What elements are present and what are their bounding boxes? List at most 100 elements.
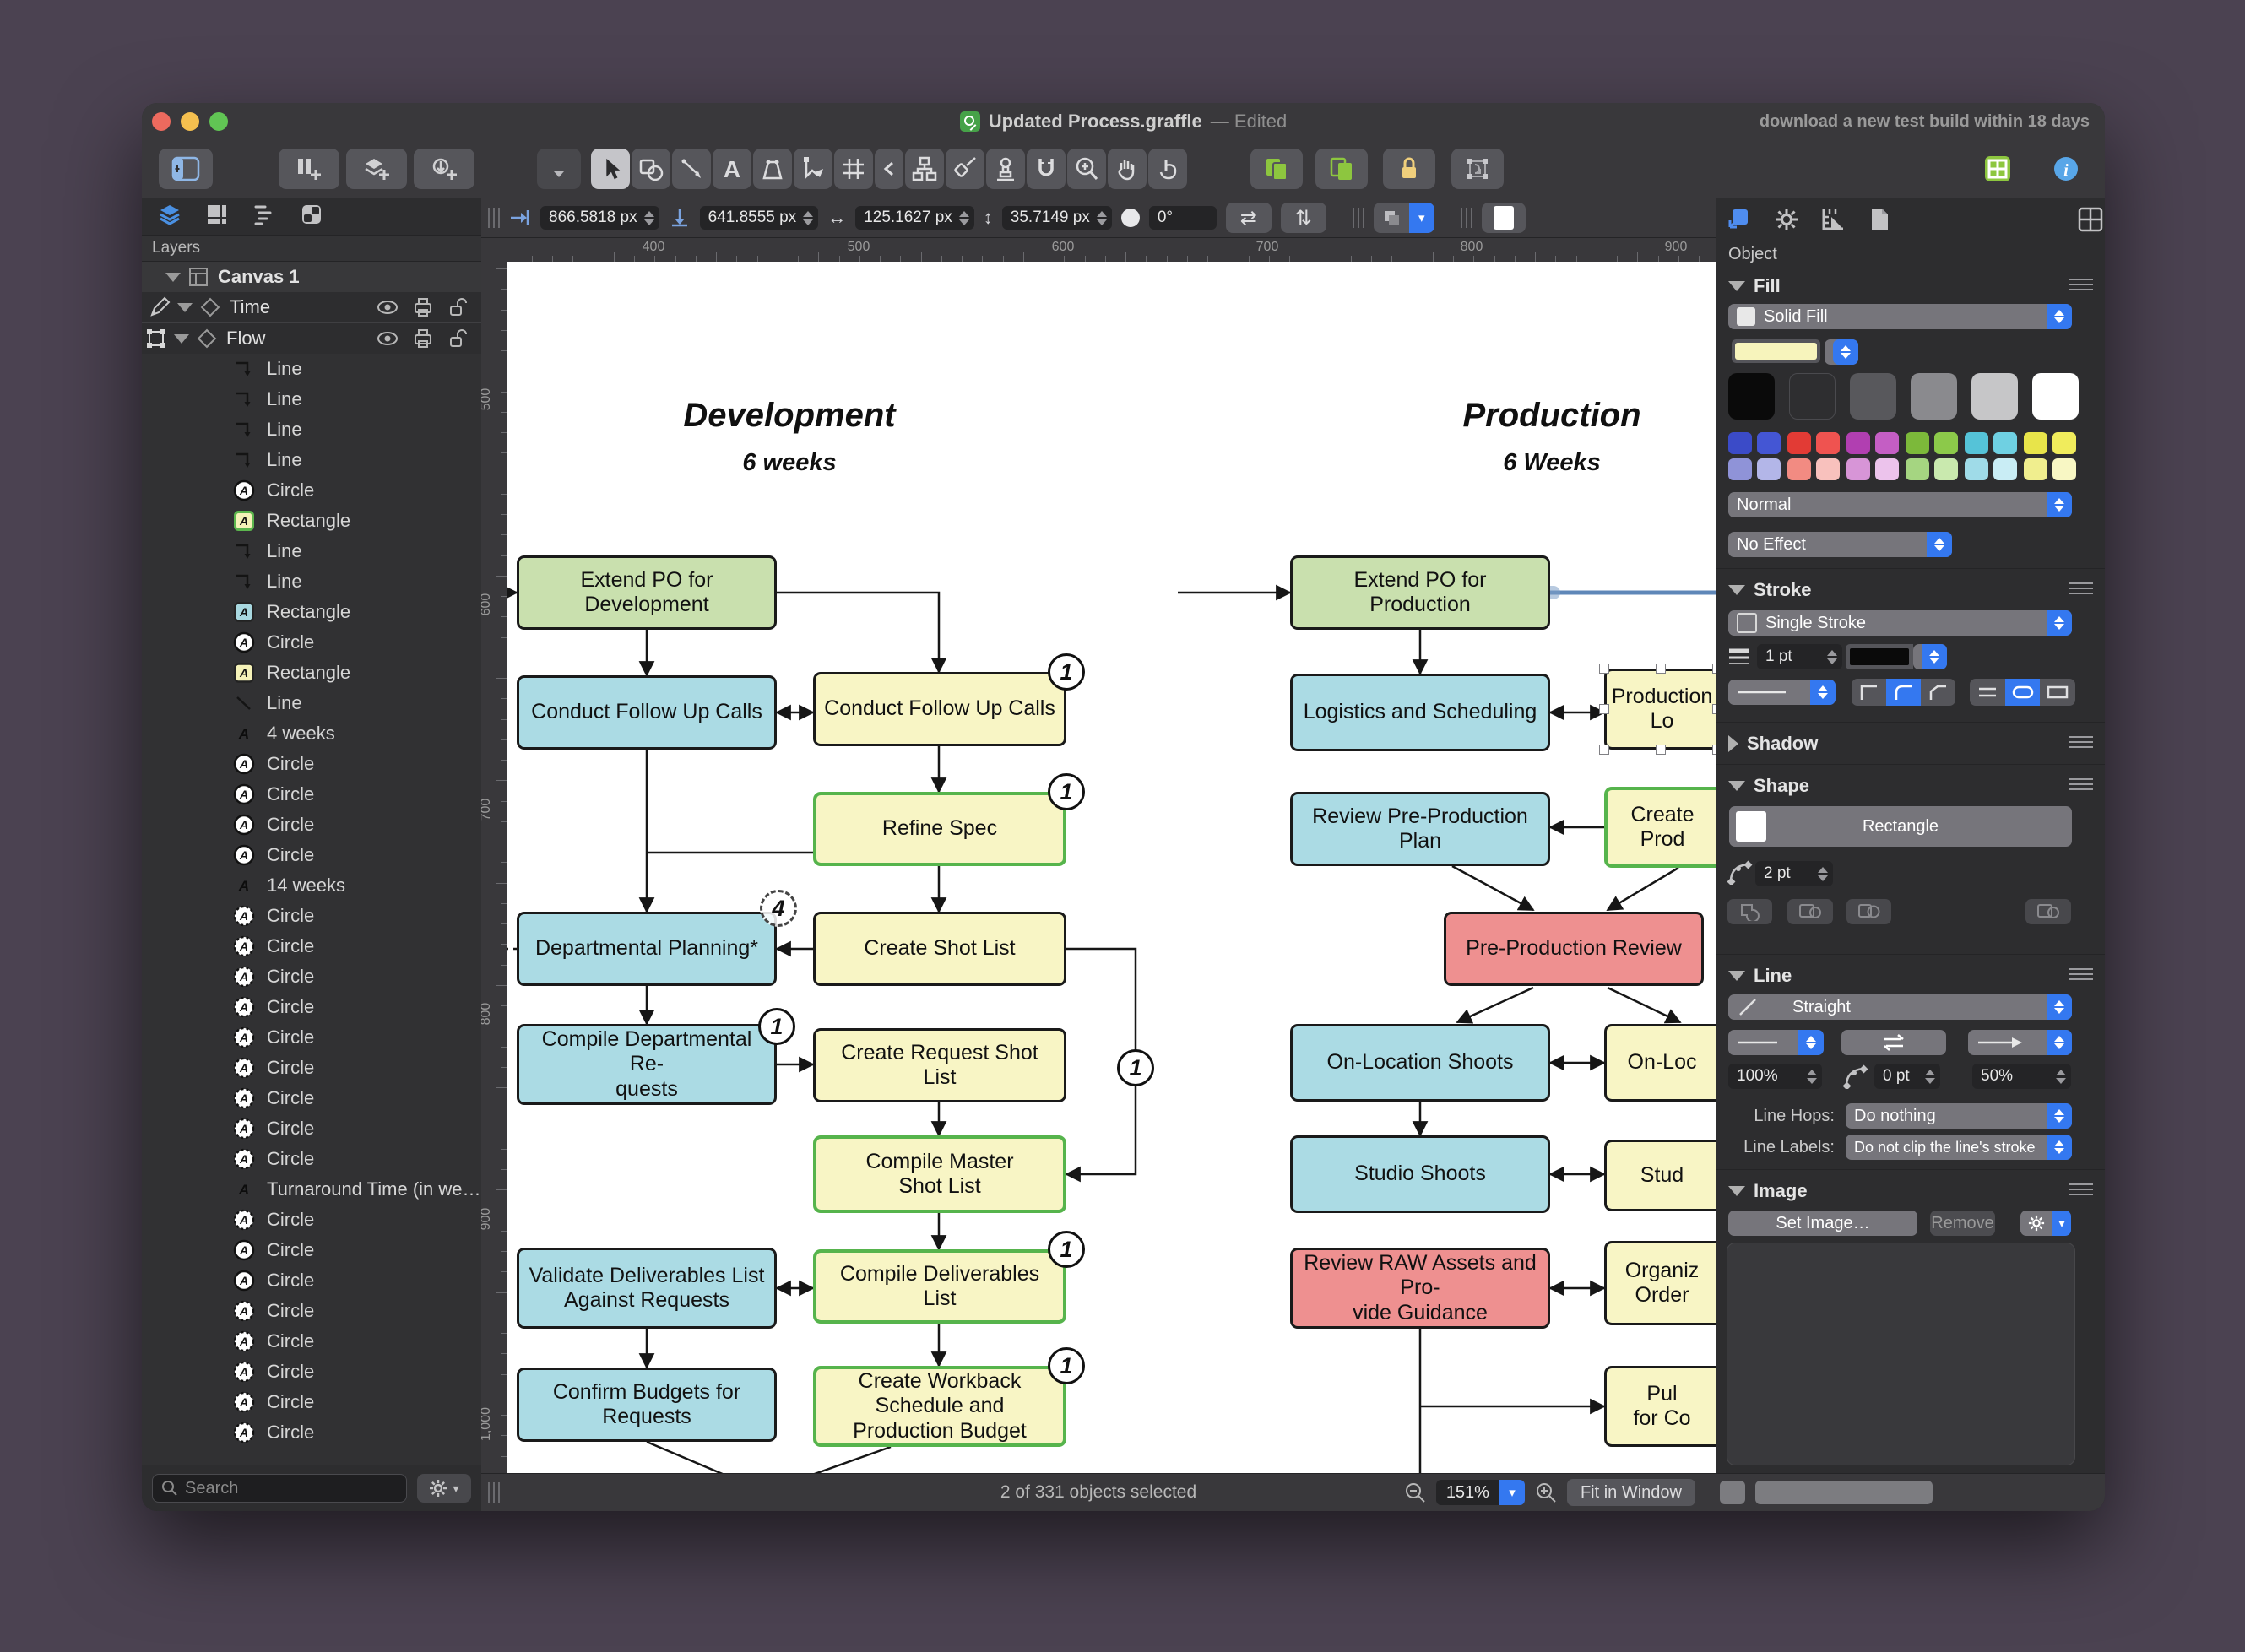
layer-time-disclosure[interactable]: [177, 303, 193, 312]
fill-swatch[interactable]: [1757, 432, 1781, 454]
layer-item-circle-d[interactable]: ACircle: [142, 992, 481, 1022]
layer-visible-icon[interactable]: [377, 328, 399, 349]
layer-item-circle-d[interactable]: ACircle: [142, 1144, 481, 1174]
diagram-tool[interactable]: [905, 149, 944, 189]
shape-subtract-button[interactable]: [1787, 899, 1833, 924]
selection-handle[interactable]: [1656, 664, 1666, 674]
layer-item-circle-d[interactable]: ACircle: [142, 1326, 481, 1357]
geometry-bar-grip[interactable]: [488, 208, 500, 228]
fill-swatch[interactable]: [1934, 432, 1958, 454]
tab-canvases[interactable]: [206, 203, 228, 230]
layer-lock-icon[interactable]: [447, 328, 469, 349]
pen-tool[interactable]: [753, 149, 792, 189]
flow-node-create-workback-schedule[interactable]: Create Workback Schedule and Production …: [813, 1366, 1066, 1447]
style-brush-tool[interactable]: [946, 149, 984, 189]
tab-layers[interactable]: [159, 203, 181, 230]
fill-swatch[interactable]: [1911, 373, 1957, 420]
artboard-tool[interactable]: [834, 149, 873, 189]
set-image-button[interactable]: Set Image…: [1728, 1211, 1917, 1236]
fill-swatch[interactable]: [1875, 458, 1899, 480]
zoom-tool[interactable]: [1067, 149, 1106, 189]
layer-print-icon[interactable]: [412, 296, 434, 318]
stroke-section-header[interactable]: Stroke: [1728, 579, 1811, 601]
flow-node-refine-spec[interactable]: Refine Spec: [813, 792, 1066, 866]
layer-print-icon[interactable]: [412, 328, 434, 349]
flow-node-pull-for-co[interactable]: Pul for Co: [1604, 1366, 1716, 1447]
flow-node-create-production[interactable]: Create Prod: [1604, 787, 1716, 868]
flow-node-validate-deliverables-list[interactable]: Validate Deliverables List Against Reque…: [517, 1248, 777, 1329]
flow-node-extend-po-development[interactable]: Extend PO for Development: [517, 555, 777, 630]
rotation-knob[interactable]: [1121, 209, 1140, 227]
flow-node-conduct-follow-up-calls-dev[interactable]: Conduct Follow Up Calls: [517, 675, 777, 750]
line-end-dropdown[interactable]: [1968, 1030, 2072, 1055]
flow-node-review-pre-production-plan[interactable]: Review Pre-Production Plan: [1290, 792, 1550, 866]
shape-section-grip[interactable]: [2069, 777, 2093, 790]
stroke-type-dropdown[interactable]: Single Stroke: [1728, 610, 2072, 636]
fill-swatch[interactable]: [1728, 373, 1775, 420]
image-options-button[interactable]: ▾: [2020, 1211, 2071, 1236]
fill-type-dropdown[interactable]: Solid Fill: [1728, 304, 2072, 329]
collapse-tools[interactable]: [875, 149, 903, 189]
flow-node-extend-po-production[interactable]: Extend PO for Production: [1290, 555, 1550, 630]
layer-item-circle-d[interactable]: ACircle: [142, 1022, 481, 1053]
flow-node-logistics-and-scheduling[interactable]: Logistics and Scheduling: [1290, 674, 1550, 751]
layer-item-circle-d[interactable]: ACircle: [142, 1417, 481, 1448]
line-label-position-field[interactable]: 50%: [1972, 1064, 2071, 1089]
flow-node-conduct-follow-up-calls-2[interactable]: Conduct Follow Up Calls: [813, 672, 1066, 746]
shape-intersect-button[interactable]: [1846, 899, 1891, 924]
canvas-fill-button[interactable]: [1482, 203, 1526, 233]
layer-item-text[interactable]: A14 weeks: [142, 870, 481, 901]
layer-lock-icon[interactable]: [447, 296, 469, 318]
point-editor-tool[interactable]: [794, 149, 832, 189]
flow-node-compile-master-shot-list[interactable]: Compile Master Shot List: [813, 1135, 1066, 1213]
remove-image-button[interactable]: Remove: [1930, 1211, 1995, 1236]
fill-swatch[interactable]: [2032, 373, 2079, 420]
line-tool[interactable]: [672, 149, 711, 189]
layer-item-circle[interactable]: ACircle: [142, 840, 481, 870]
selection-style-control[interactable]: ▾: [1374, 203, 1434, 233]
layer-item-circle-d[interactable]: ACircle: [142, 1053, 481, 1083]
fill-swatch[interactable]: [1816, 432, 1840, 454]
add-shared-layer-button[interactable]: [414, 149, 474, 189]
fill-swatch[interactable]: [1846, 458, 1870, 480]
canvas-row[interactable]: Canvas 1: [142, 262, 481, 292]
stroke-thickness-field[interactable]: 1 pt: [1757, 644, 1842, 669]
layer-item-circle[interactable]: ACircle: [142, 779, 481, 810]
layer-item-circle-d[interactable]: ACircle: [142, 901, 481, 931]
text-tool[interactable]: A: [713, 149, 751, 189]
tab-selection[interactable]: [301, 203, 323, 230]
line-bend-field[interactable]: 0 pt: [1874, 1064, 1940, 1089]
sides-rounded-option[interactable]: [2005, 679, 2041, 706]
layer-item-rect-y[interactable]: ARectangle: [142, 658, 481, 688]
shape-tool[interactable]: [632, 149, 670, 189]
fill-swatch[interactable]: [1846, 432, 1870, 454]
tab-canvas-inspector[interactable]: [1820, 207, 1846, 236]
fill-swatch[interactable]: [1728, 458, 1752, 480]
fill-swatch[interactable]: [1875, 432, 1899, 454]
fill-swatch[interactable]: [1787, 458, 1811, 480]
fill-swatch[interactable]: [1934, 458, 1958, 480]
tab-outline[interactable]: [253, 203, 275, 230]
tool-presets-dropdown[interactable]: [537, 149, 581, 189]
fill-swatch[interactable]: [2024, 432, 2047, 454]
fill-swatch[interactable]: [2024, 458, 2047, 480]
fill-section-grip[interactable]: [2069, 277, 2093, 290]
hand-tool[interactable]: [1108, 149, 1147, 189]
layer-item-line[interactable]: Line: [142, 445, 481, 475]
layer-item-line-diag[interactable]: Line: [142, 688, 481, 718]
flow-node-pre-production-review[interactable]: Pre-Production Review: [1444, 912, 1704, 986]
corner-square-option[interactable]: [1852, 679, 1886, 706]
bottom-bar-field[interactable]: [1755, 1481, 1933, 1504]
height-field[interactable]: 35.7149 px: [1002, 206, 1112, 230]
line-hops-dropdown[interactable]: Do nothing: [1846, 1103, 2072, 1129]
zoom-dropdown[interactable]: ▾: [1499, 1480, 1525, 1505]
swap-line-ends-button[interactable]: [1841, 1030, 1946, 1055]
flow-node-production-logistics[interactable]: Production Lo: [1604, 669, 1716, 750]
lock-button[interactable]: [1383, 149, 1435, 189]
show-all-inspectors-icon[interactable]: [2078, 207, 2103, 236]
corner-round-option[interactable]: [1886, 679, 1921, 706]
layer-item-rect-blue[interactable]: ARectangle: [142, 597, 481, 627]
layer-item-circle-d[interactable]: ACircle: [142, 1205, 481, 1235]
width-field[interactable]: 125.1627 px: [855, 206, 974, 230]
get-info-button[interactable]: i: [2038, 149, 2094, 189]
